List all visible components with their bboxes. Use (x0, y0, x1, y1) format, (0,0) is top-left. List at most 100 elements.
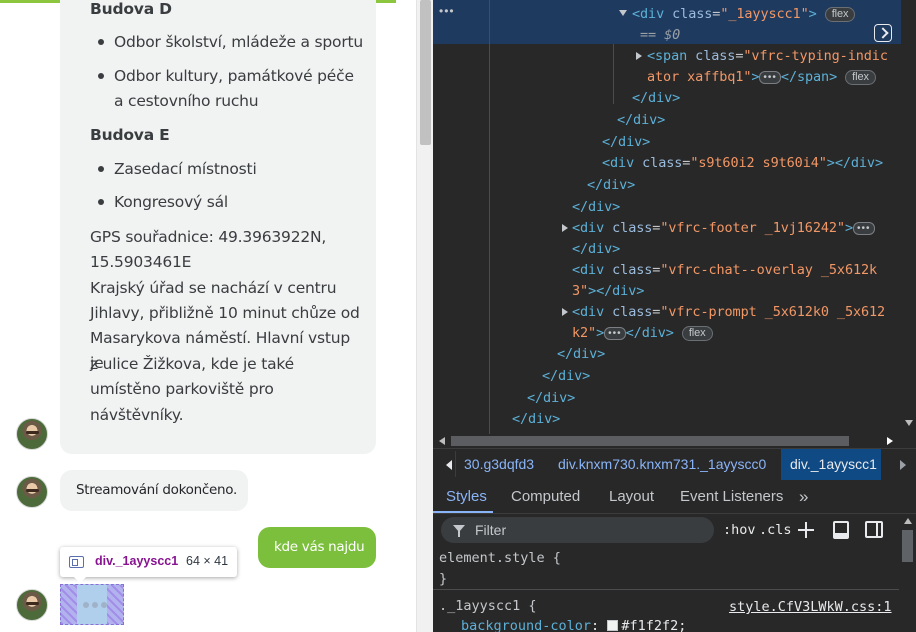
dom-node[interactable]: <span class="vfrc-typing-indic (647, 48, 888, 64)
toggle-sidebar-icon[interactable] (865, 521, 883, 538)
flex-badge[interactable]: flex (845, 70, 876, 85)
list-item-continuation: a cestovního ruchu (114, 92, 259, 110)
rendering-emulation-icon[interactable] (833, 521, 849, 539)
styles-pane: element.style { } ._1ayyscc1 { style.CfV… (433, 547, 899, 632)
dom-closing-tag[interactable]: </div> (587, 177, 635, 193)
bullet-icon (98, 73, 104, 79)
paragraph-line: 15.5903461E (90, 253, 192, 271)
tab-styles[interactable]: Styles (446, 481, 487, 513)
breadcrumb-item-selected[interactable]: div._1ayyscc1 (781, 449, 881, 480)
breadcrumb-item[interactable]: div.knxm730.knxm731._1ayyscc0 (558, 449, 766, 480)
breadcrumb-next-icon[interactable] (900, 460, 906, 470)
devtools-panel: ••• <div class="_1ayyscc1"> flex == $0 <… (433, 0, 916, 632)
styles-scrollbar[interactable] (899, 514, 916, 632)
collapsed-content-badge[interactable]: ••• (852, 222, 875, 235)
paragraph-line: Jihlavy, přibližně 10 minut chůze od (90, 304, 360, 322)
dom-closing-tag[interactable]: </div> (632, 90, 680, 106)
filter-icon (453, 525, 465, 537)
sidebar-tabs: Styles Computed Layout Event Listeners » (433, 481, 916, 514)
dom-closing-tag[interactable]: </div> (527, 390, 575, 406)
typing-dot (83, 602, 89, 608)
hover-state-button[interactable]: :hov (723, 522, 756, 538)
dom-node[interactable]: <div class="vfrc-footer _1vj16242"> ••• (572, 220, 875, 236)
page-scrollbar-thumb[interactable] (420, 0, 431, 145)
paragraph-line: GPS souřadnice: 49.3963922N, (90, 228, 327, 246)
bot-avatar (16, 589, 48, 621)
bot-avatar (16, 476, 48, 508)
dom-node-selected[interactable]: <div class="_1ayyscc1"> flex (632, 6, 856, 22)
list-item: Odbor kultury, památkové péče (114, 67, 354, 85)
dom-closing-tag[interactable]: </div> (602, 134, 650, 150)
padding-overlay (107, 585, 123, 624)
dom-closing-tag[interactable]: </div> (572, 199, 620, 215)
horizontal-scrollbar-thumb[interactable] (451, 436, 849, 446)
bullet-icon (98, 199, 104, 205)
bullet-icon (98, 39, 104, 45)
dom-node[interactable]: <div class="vfrc-chat--overlay _5x612k (572, 262, 877, 278)
dom-node-continuation[interactable]: ator xaffbq1"> ••• </span> flex (647, 69, 876, 85)
tooltip-element-name: div._1ayyscc1 (95, 554, 179, 568)
scroll-down-arrow-icon[interactable] (905, 420, 913, 426)
stylesheet-source-link[interactable]: style.CfV3LWkW.css:1 (729, 599, 892, 615)
collapsed-content-badge[interactable]: ••• (759, 71, 781, 84)
user-message-text: kde vás najdu (274, 539, 365, 555)
bot-message-text: Streamování dokončeno. (76, 482, 237, 498)
dom-closing-tag[interactable]: </div> (542, 368, 590, 384)
dom-node-continuation[interactable]: 3"></div> (572, 283, 644, 299)
paragraph-line: Krajský úřad se nachází v centru (90, 279, 337, 297)
collapsed-content-badge[interactable]: ••• (604, 327, 626, 340)
class-toggle-button[interactable]: .cls (759, 522, 792, 538)
dom-closing-tag[interactable]: </div> (572, 241, 620, 257)
expand-toggle-icon[interactable] (562, 308, 568, 316)
paragraph-line: umístěno parkoviště pro (90, 380, 274, 398)
padding-overlay (61, 585, 77, 624)
scroll-left-arrow-icon[interactable] (439, 437, 445, 445)
flex-container-icon (69, 556, 84, 568)
dom-node[interactable]: <div class="vfrc-prompt _5x612k0 _5x612 (572, 304, 885, 320)
filter-input[interactable] (475, 521, 705, 539)
dom-closing-tag[interactable]: </div> (617, 112, 665, 128)
scroll-right-arrow-icon[interactable] (887, 437, 893, 445)
dom-selected-marker: == $0 (640, 27, 681, 43)
divider (455, 451, 456, 477)
dom-closing-tag[interactable]: </div> (557, 346, 605, 362)
divider (433, 589, 899, 590)
breadcrumb-prev-icon[interactable] (446, 460, 452, 470)
list-item: Odbor školství, mládeže a sportu (114, 33, 364, 51)
dom-closing-tag[interactable]: </div> (512, 411, 560, 427)
breadcrumb: 30.g3dqfd3 div.knxm730.knxm731._1ayyscc0… (433, 448, 916, 480)
rule-selector[interactable]: ._1ayyscc1 { (439, 598, 537, 614)
indent-guide (613, 44, 614, 104)
inspect-tooltip: div._1ayyscc1 64 × 41 (60, 547, 237, 583)
chat-widget: Budova D Odbor školství, mládeže a sport… (0, 0, 396, 632)
heading-budova-e: Budova E (90, 126, 170, 144)
page-scrollbar[interactable] (416, 0, 433, 632)
tab-event-listeners[interactable]: Event Listeners (680, 481, 783, 513)
more-tabs-icon[interactable]: » (799, 481, 808, 513)
bot-message-bubble: Streamování dokončeno. (60, 470, 248, 511)
dom-node[interactable]: <div class="s9t60i2 s9t60i4"></div> (602, 155, 883, 171)
dom-node-continuation[interactable]: k2"> ••• </div> flex (572, 325, 713, 341)
collapse-toggle-icon[interactable] (619, 10, 627, 16)
flex-badge[interactable]: flex (681, 326, 713, 341)
scroll-up-arrow-icon[interactable] (904, 518, 912, 524)
flex-badge[interactable]: flex (824, 7, 856, 22)
filter-field[interactable] (441, 517, 714, 543)
element-style-selector[interactable]: element.style { (439, 550, 561, 566)
tab-layout[interactable]: Layout (609, 481, 654, 513)
expand-toggle-icon[interactable] (636, 52, 642, 60)
elements-scrollbar[interactable] (901, 0, 916, 434)
css-declaration[interactable]: background-color: #f1f2f2; (461, 618, 686, 632)
elements-horizontal-scrollbar[interactable] (433, 434, 916, 448)
tooltip-element-size: 64 × 41 (186, 554, 229, 568)
styles-scrollbar-thumb[interactable] (902, 530, 913, 562)
expand-toggle-icon[interactable] (562, 224, 568, 232)
node-actions-ellipsis[interactable]: ••• (439, 4, 455, 18)
breadcrumb-item[interactable]: 30.g3dqfd3 (464, 449, 534, 480)
color-swatch[interactable] (607, 620, 619, 631)
new-style-rule-icon[interactable] (797, 521, 815, 539)
typing-dot (92, 602, 98, 608)
tab-computed[interactable]: Computed (511, 481, 580, 513)
heading-budova-d: Budova D (90, 0, 172, 18)
ai-assistance-icon[interactable] (874, 24, 892, 42)
